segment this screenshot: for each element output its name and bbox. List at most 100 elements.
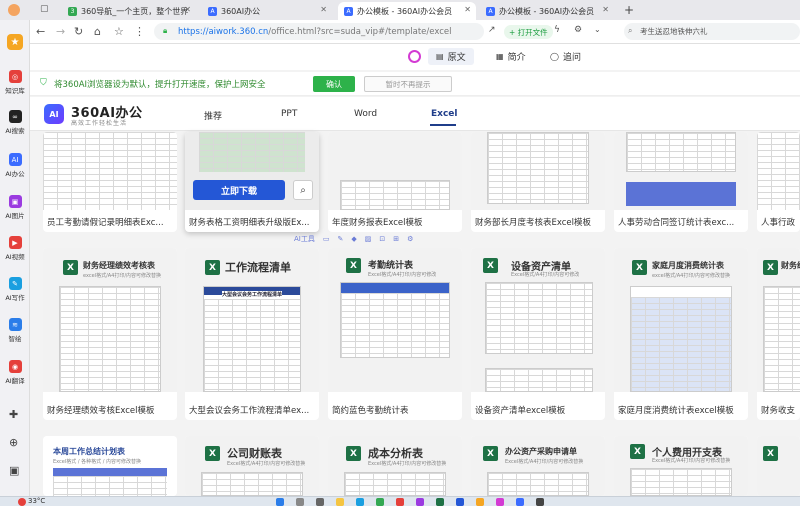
search-icon[interactable] xyxy=(296,498,304,506)
tab-3[interactable]: A 办公模板 - 360AI办公会员 ✕ xyxy=(338,2,476,20)
nav-word[interactable]: Word xyxy=(354,109,377,119)
search-box[interactable]: ⌕ 考生送忍地铁伸六礼 xyxy=(624,23,800,40)
forward-icon[interactable]: → xyxy=(56,25,65,38)
close-icon[interactable]: ✕ xyxy=(464,5,471,14)
template-card[interactable]: X 工作流程清单 大型会议会务工作流程清单 大型会议会务工作流程清单ex... xyxy=(185,248,319,420)
template-card[interactable]: X 办公资产采购申请单 Excel格式/A4打印/内容可修改替换 xyxy=(471,436,605,496)
puzzle-icon[interactable]: ✚ xyxy=(9,408,18,421)
chevron-down-icon[interactable]: ⌄ xyxy=(594,25,601,34)
360-icon[interactable] xyxy=(408,50,421,63)
back-icon[interactable]: ← xyxy=(36,25,45,38)
sidebar-item-knowledge[interactable]: ◎ 知识库 xyxy=(0,70,30,95)
sidebar-item-ai-search[interactable]: ∞ AI搜索 xyxy=(0,110,30,135)
weather-icon[interactable] xyxy=(18,498,26,506)
pen-icon[interactable]: ✎ xyxy=(337,235,343,243)
nav-excel[interactable]: Excel xyxy=(431,109,457,119)
share-icon[interactable]: ↗ xyxy=(488,25,496,35)
confirm-button[interactable]: 确认 xyxy=(313,76,355,92)
settings-icon[interactable]: ⚙ xyxy=(407,235,413,243)
doc-header xyxy=(341,283,449,293)
edge-icon[interactable] xyxy=(356,498,364,506)
explorer-icon[interactable] xyxy=(336,498,344,506)
search-icon: ⌕ xyxy=(628,26,633,35)
ai-tools-label[interactable]: AI工具 xyxy=(294,234,315,244)
app-icon[interactable] xyxy=(396,498,404,506)
template-card[interactable]: 员工考勤请假记录明细表Exc... xyxy=(43,132,177,232)
template-card[interactable]: 本周工作总结计划表 Excel格式 / 各种格式 / 内容可修改替换 xyxy=(43,436,177,496)
image-icon[interactable]: ▨ xyxy=(365,235,372,243)
blue-block xyxy=(626,182,736,206)
browser-icon[interactable] xyxy=(376,498,384,506)
nav-recommend[interactable]: 推荐 xyxy=(204,109,222,122)
favorite-icon[interactable]: ☆ xyxy=(114,25,124,38)
sidebar-item-ai-image[interactable]: ▣ AI图片 xyxy=(0,195,30,220)
home-icon[interactable]: ⌂ xyxy=(94,25,101,38)
excel-icon: X xyxy=(763,260,778,275)
tab-2[interactable]: A 360AI办公 ✕ xyxy=(202,2,332,20)
target-icon[interactable]: ⊕ xyxy=(9,436,18,449)
ask-button[interactable]: ◯ 追问 xyxy=(542,48,589,65)
app-icon[interactable] xyxy=(436,498,444,506)
template-card[interactable]: X 个人费用开支表 Excel格式/A4打印/内容可修改替换 xyxy=(614,436,748,496)
ai-logo-icon[interactable]: AI xyxy=(44,104,64,124)
template-card[interactable]: 人事劳动合同签订统计表exc... xyxy=(614,132,748,232)
active-tab-indicator xyxy=(430,124,456,126)
template-card[interactable]: X 财务经 财务收支 xyxy=(757,248,800,420)
weather-temp: 33°C xyxy=(28,497,46,505)
new-tab-button[interactable]: + xyxy=(624,3,634,17)
sidebar-item-label: AI写作 xyxy=(5,294,25,302)
template-card[interactable]: X 公司财账表 Excel格式/A4打印/内容可修改替换 xyxy=(185,436,319,496)
template-card[interactable]: X 考勤统计表 Excel格式/A4打印/内容可修改 简约蓝色考勤统计表 xyxy=(328,248,462,420)
template-card[interactable]: X 财务经理绩效考核表 excel格式/A4打印/内容可修改替换 财务经理绩效考… xyxy=(43,248,177,420)
crop-icon[interactable]: ⊡ xyxy=(379,235,385,243)
tab-list-icon[interactable]: ▢ xyxy=(40,4,49,14)
windows-start-icon[interactable] xyxy=(276,498,284,506)
close-icon[interactable]: ✕ xyxy=(602,5,609,14)
sidebar-item-label: AI办公 xyxy=(5,170,25,178)
menu-icon[interactable]: ⋮ xyxy=(134,25,145,38)
eraser-icon[interactable]: ◆ xyxy=(351,235,356,243)
template-card[interactable]: X 成本分析表 Excel格式/A4打印/内容可修改替换 xyxy=(328,436,462,496)
briefcase-icon[interactable]: ▣ xyxy=(9,464,19,477)
sidebar-item-ai-writing[interactable]: ✎ AI写作 xyxy=(0,277,30,302)
nav-ppt[interactable]: PPT xyxy=(281,109,297,119)
tab-4[interactable]: A 办公模板 - 360AI办公会员 ✕ xyxy=(480,2,614,20)
open-file-button[interactable]: + 打开文件 xyxy=(504,25,553,39)
dismiss-button[interactable]: 暂时不再提示 xyxy=(364,76,452,92)
app-icon[interactable] xyxy=(476,498,484,506)
template-card[interactable]: 财务部长月度考核表Excel模板 xyxy=(471,132,605,232)
chat-icon[interactable]: ▭ xyxy=(323,235,330,243)
template-card[interactable]: X 设备资产清单 Excel格式/A4打印/内容可修改 设备资产清单excel模… xyxy=(471,248,605,420)
app-icon[interactable] xyxy=(516,498,524,506)
zoom-icon[interactable]: ⌕ xyxy=(293,180,313,200)
ai-translate-icon: ◉ xyxy=(8,360,22,373)
settings-icon[interactable]: ⚙ xyxy=(574,25,582,35)
app-icon[interactable] xyxy=(496,498,504,506)
reload-icon[interactable]: ↻ xyxy=(74,25,83,38)
download-button[interactable]: 立即下载 xyxy=(193,180,285,200)
address-bar[interactable]: 🔒︎ https://aiwork.360.cn/office.html?src… xyxy=(154,23,484,40)
sidebar-item-ai-translate[interactable]: ◉ AI翻译 xyxy=(0,360,30,385)
sidebar-item-ai-video[interactable]: ▶ AI视频 xyxy=(0,236,30,261)
template-card[interactable]: 年度财务报表Excel模板 xyxy=(328,132,462,232)
taskview-icon[interactable] xyxy=(316,498,324,506)
template-card[interactable]: 人事行政 xyxy=(757,132,800,232)
original-button[interactable]: ▤ 原文 xyxy=(428,48,474,65)
app-icon[interactable] xyxy=(536,498,544,506)
profile-avatar[interactable] xyxy=(8,4,20,16)
close-icon[interactable]: ✕ xyxy=(184,5,191,14)
template-card[interactable]: 立即下载 ⌕ 财务表格工资明细表升级版Ex... xyxy=(185,132,319,232)
sidebar-item-ai-office[interactable]: AI AI办公 xyxy=(0,153,30,178)
star-icon[interactable]: ★ xyxy=(7,34,23,50)
ask-label: 追问 xyxy=(562,53,581,63)
template-card[interactable]: X 家庭月度消费统计表 excel格式/A4打印/内容可修改替换 家庭月度消费统… xyxy=(614,248,748,420)
screenshot-icon[interactable]: ⊞ xyxy=(393,235,399,243)
app-icon[interactable] xyxy=(416,498,424,506)
sidebar-item-zhihui[interactable]: ≋ 智绘 xyxy=(0,318,30,343)
template-card[interactable]: X xyxy=(757,436,800,496)
close-icon[interactable]: ✕ xyxy=(320,5,327,14)
app-icon[interactable] xyxy=(456,498,464,506)
summary-button[interactable]: ▦ 简介 xyxy=(488,48,534,65)
tab-1[interactable]: 3 360导航_一个主页，整个世界 ✕ xyxy=(62,2,196,20)
lightning-icon[interactable]: ϟ xyxy=(554,25,560,35)
